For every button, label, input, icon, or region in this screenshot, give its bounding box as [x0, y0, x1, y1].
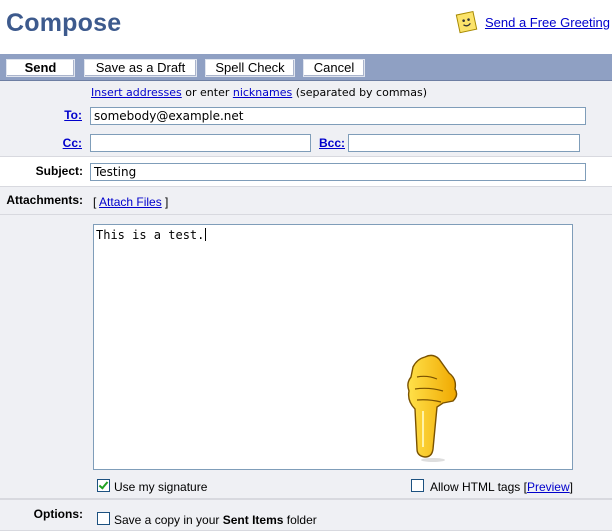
save-copy-bold: Sent Items — [222, 513, 284, 527]
message-body-content: This is a test. — [96, 228, 205, 242]
save-draft-button[interactable]: Save as a Draft — [84, 59, 197, 77]
attach-bracket-close: ] — [161, 195, 169, 209]
preview-link[interactable]: Preview — [527, 480, 570, 494]
save-copy-prefix: Save a copy in your — [114, 513, 223, 527]
message-body-textarea[interactable]: This is a test. — [93, 224, 573, 470]
save-copy-checkbox[interactable] — [97, 512, 110, 525]
cc-label-link[interactable]: Cc: — [46, 136, 82, 150]
greeting-link-wrap[interactable]: Send a Free Greeting — [455, 10, 610, 34]
cc-input[interactable] — [90, 134, 311, 152]
attachments-row — [0, 187, 612, 215]
message-body-text: This is a test. — [96, 228, 207, 242]
save-copy-suffix: folder — [283, 513, 317, 527]
bcc-label-link[interactable]: Bcc: — [310, 136, 345, 150]
attach-files-wrap: [ Attach Files ] — [93, 195, 168, 209]
subject-input[interactable]: Testing — [90, 163, 586, 181]
hint-end-text: (separated by commas) — [292, 86, 428, 99]
send-button[interactable]: Send — [6, 59, 75, 77]
allow-html-checkbox[interactable] — [411, 479, 424, 492]
pointing-hand-icon — [407, 354, 458, 462]
preview-bracket-close: ] — [569, 480, 573, 494]
nicknames-link[interactable]: nicknames — [233, 86, 292, 99]
cancel-button[interactable]: Cancel — [303, 59, 365, 77]
insert-addresses-link[interactable]: Insert addresses — [91, 86, 182, 99]
spell-check-button[interactable]: Spell Check — [205, 59, 295, 77]
to-input[interactable]: somebody@example.net — [90, 107, 586, 125]
compose-toolbar: Send Save as a Draft Spell Check Cancel — [0, 54, 612, 81]
greeting-card-icon[interactable] — [455, 10, 479, 34]
save-copy-label: Save a copy in your Sent Items folder — [114, 513, 317, 527]
to-label-link[interactable]: To: — [46, 108, 82, 122]
attachments-label: Attachments: — [6, 193, 83, 207]
subject-label: Subject: — [35, 164, 83, 178]
hint-middle-text: or enter — [181, 86, 233, 99]
allow-html-wrap: Allow HTML tags [Preview] — [430, 480, 573, 494]
attach-files-link[interactable]: Attach Files — [99, 195, 162, 209]
use-signature-checkbox[interactable] — [97, 479, 110, 492]
send-greeting-link[interactable]: Send a Free Greeting — [485, 15, 610, 30]
bcc-input[interactable] — [348, 134, 580, 152]
text-caret — [205, 228, 207, 241]
allow-html-label: Allow HTML tags — [430, 480, 521, 494]
page-title: Compose — [6, 9, 122, 37]
options-label: Options: — [33, 507, 83, 521]
address-hint: Insert addresses or enter nicknames (sep… — [91, 86, 427, 99]
use-signature-label: Use my signature — [114, 480, 208, 494]
